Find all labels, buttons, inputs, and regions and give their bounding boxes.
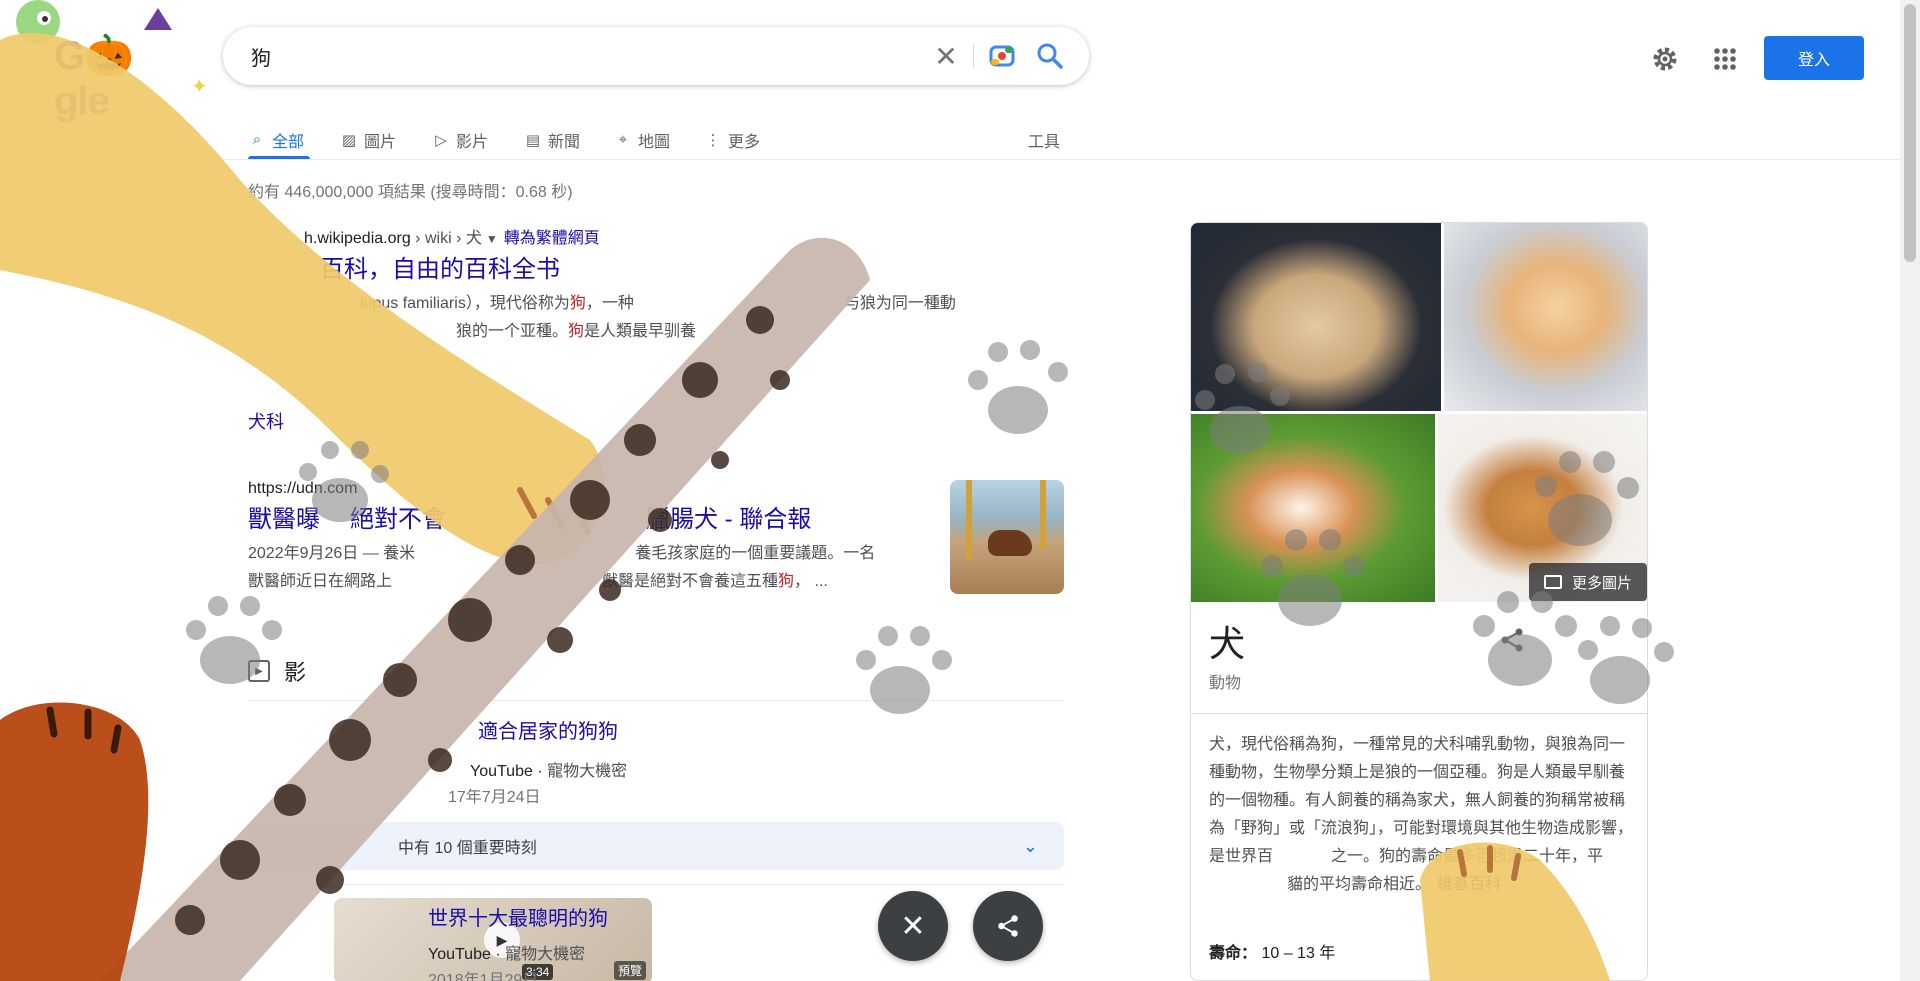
share-doodle-button[interactable]	[973, 891, 1043, 961]
google-doodle-logo[interactable]: G🎃gle ✦	[16, 0, 208, 123]
header-divider	[0, 159, 1900, 160]
video-icon: ▷	[435, 132, 447, 149]
key-moments-expander[interactable]: 中有 10 個重要時刻 ⌄	[248, 822, 1064, 870]
google-lens-icon[interactable]	[987, 41, 1017, 71]
sitelink[interactable]: 犬科	[248, 408, 1064, 434]
witch-hat-icon	[144, 8, 172, 30]
tab-maps[interactable]: ⌖ 地圖	[614, 120, 670, 160]
share-icon[interactable]	[1497, 625, 1527, 655]
video-icon: ▶	[248, 660, 270, 682]
caret-down-icon[interactable]: ▼	[486, 232, 498, 246]
kp-subtitle: 動物	[1209, 675, 1242, 692]
scrollbar-thumb[interactable]	[1904, 4, 1916, 262]
image-pug[interactable]	[1191, 223, 1441, 411]
tab-news[interactable]: ▤ 新聞	[524, 120, 580, 160]
translate-link[interactable]: 轉為繁體網頁	[504, 230, 600, 247]
video-date: 2018年1月29日	[428, 972, 539, 981]
search-input[interactable]	[251, 41, 891, 71]
search-result-wikipedia: h.wikipedia.org › wiki › 犬 ▼ 轉為繁體網頁 百科，自由的…	[248, 224, 1064, 434]
video-title[interactable]: 適合居家的狗狗	[478, 715, 618, 744]
image-icon	[1543, 575, 1562, 589]
tools-button[interactable]: 工具	[1028, 120, 1060, 160]
kp-divider	[1191, 713, 1647, 714]
tab-all[interactable]: ⌕ 全部	[248, 120, 304, 160]
logo-text: G🎃gle	[54, 34, 134, 123]
video-title[interactable]: 世界十大最聰明的狗	[428, 902, 608, 931]
kp-description: 犬，現代俗稱為狗，一種常見的犬科哺乳動物，與狼為同一種動物，生物學分類上是狼的一…	[1209, 736, 1634, 893]
video-meta: YouTube · 寵物大機密	[428, 946, 586, 963]
result-snippet: lupus familiaris），現代俗称为狗，一种 与狼为同一種動 狼的一个亚…	[360, 295, 956, 340]
brown-paw	[0, 702, 149, 981]
news-icon: ▤	[525, 132, 541, 149]
result-snippet: 2022年9月26日 — 養米 養毛孩家庭的一個重要議題。一名 獸醫師近日在網路上…	[248, 545, 876, 590]
search-icon: ⌕	[252, 131, 262, 148]
gear-icon[interactable]	[1650, 44, 1680, 74]
videos-heading: ▶ 影	[248, 655, 306, 687]
star-icon: ✦	[191, 76, 208, 98]
chevron-down-icon: ⌄	[1022, 836, 1038, 856]
image-corgi[interactable]	[1191, 414, 1435, 602]
search-divider	[973, 44, 974, 68]
clear-icon[interactable]: ✕	[929, 39, 963, 73]
wikipedia-link[interactable]: 維基百科	[1437, 876, 1501, 893]
search-tabs: ⌕ 全部 ▨ 圖片 ▷ 影片 ▤ 新聞 ⌖ 地圖 ⋮ 更多	[248, 120, 1064, 160]
result-thumbnail-dachshund[interactable]	[950, 480, 1064, 594]
result-cite: https://udn.com	[248, 480, 358, 497]
result-title[interactable]: 獸醫曝 絕對不會 臘腸犬 - 聯合報	[248, 504, 1064, 536]
divider	[248, 884, 1064, 885]
tab-images[interactable]: ▨ 圖片	[340, 120, 396, 160]
knowledge-panel: 更多圖片 犬 動物 犬，現代俗稱為狗，一種常見的犬科哺乳動物，與狼為同一種動物，…	[1190, 222, 1648, 981]
signin-button[interactable]: 登入	[1764, 36, 1864, 80]
divider	[248, 700, 1064, 701]
image-golden-puppy[interactable]	[1444, 223, 1647, 411]
apps-grid-icon[interactable]	[1710, 44, 1740, 74]
scrollbar[interactable]	[1900, 0, 1920, 981]
video-date: 17年7月24日	[448, 789, 541, 806]
share-icon	[998, 915, 1018, 937]
header: G🎃gle ✦ ✕ 登入	[0, 0, 1900, 123]
search-box: ✕	[223, 27, 1089, 85]
close-doodle-button[interactable]: ✕	[878, 891, 948, 961]
kp-title: 犬	[1209, 624, 1246, 665]
result-stats: 約有 446,000,000 項結果 (搜尋時間：0.68 秒)	[248, 184, 573, 201]
kp-lifespan: 壽命： 10 – 13 年	[1209, 945, 1336, 962]
tab-more[interactable]: ⋮ 更多	[704, 120, 761, 160]
search-icon[interactable]	[1035, 41, 1065, 71]
image-icon: ▨	[341, 132, 357, 149]
map-pin-icon: ⌖	[618, 131, 628, 148]
tab-videos[interactable]: ▷ 影片	[432, 120, 488, 160]
more-vert-icon: ⋮	[705, 132, 721, 149]
result-cite: h.wikipedia.org › wiki › 犬 ▼ 轉為繁體網頁	[304, 230, 600, 247]
search-result-udn: https://udn.com 獸醫曝 絕對不會 臘腸犬 - 聯合報 2022年9月…	[248, 480, 1064, 596]
video-meta: YouTube · 寵物大機密	[470, 763, 628, 780]
more-images-button[interactable]: 更多圖片	[1529, 563, 1647, 601]
result-title[interactable]: 百科，自由的百科全书	[248, 254, 1064, 286]
